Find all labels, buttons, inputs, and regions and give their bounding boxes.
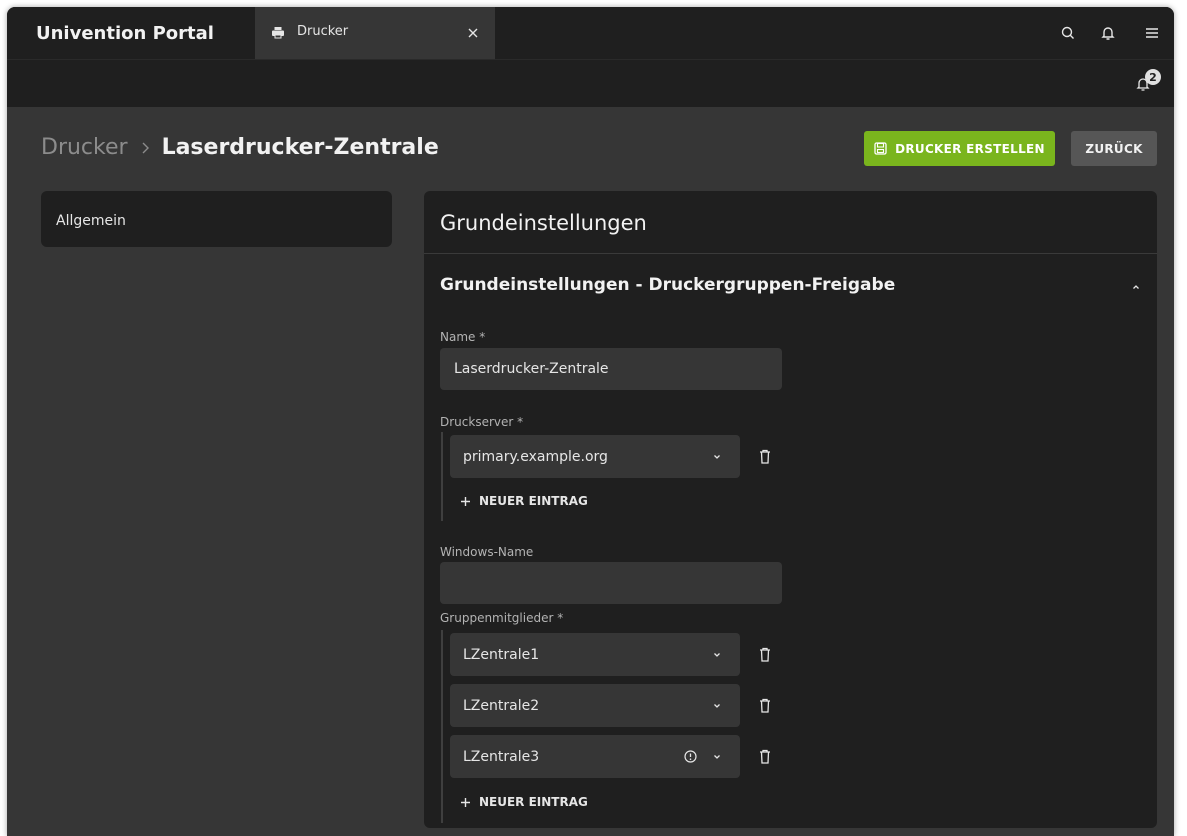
breadcrumb: Drucker Laserdrucker-Zentrale [41, 135, 439, 160]
printserver-group-line [441, 432, 443, 521]
member-select[interactable]: LZentrale3 [450, 735, 740, 778]
trash-icon[interactable] [757, 646, 773, 664]
printserver-select[interactable]: primary.example.org [450, 435, 740, 478]
bell-icon[interactable] [1097, 22, 1119, 44]
windows-name-input[interactable] [440, 562, 782, 604]
member-value: LZentrale2 [463, 698, 540, 714]
members-group-line [441, 630, 443, 823]
nav-item-allgemein[interactable]: Allgemein [41, 191, 392, 247]
member-select[interactable]: LZentrale1 [450, 633, 740, 676]
panel-divider [424, 253, 1157, 254]
portal-title[interactable]: Univention Portal [7, 7, 255, 59]
member-value: LZentrale1 [463, 647, 540, 663]
chevron-down-icon [711, 451, 723, 463]
chevron-up-icon[interactable] [1129, 280, 1143, 294]
notification-bar: 2 [7, 59, 1174, 107]
chevron-down-icon [711, 751, 723, 763]
search-icon[interactable] [1057, 22, 1079, 44]
back-button[interactable]: ZURÜCK [1071, 131, 1157, 166]
windows-name-label: Windows-Name [440, 545, 534, 559]
section-title[interactable]: Grundeinstellungen - Druckergruppen-Frei… [440, 275, 895, 295]
members-add-entry-button[interactable]: NEUER EINTRAG [460, 795, 588, 809]
portal-window: Univention Portal Drucker 2 Drucker Lase… [7, 7, 1174, 836]
save-icon [874, 142, 887, 155]
member-select[interactable]: LZentrale2 [450, 684, 740, 727]
create-printer-label: DRUCKER ERSTELLEN [895, 141, 1045, 156]
add-entry-label: NEUER EINTRAG [479, 795, 588, 809]
add-entry-label: NEUER EINTRAG [479, 494, 588, 508]
printer-icon [271, 26, 285, 40]
chevron-right-icon [138, 141, 152, 155]
warning-icon [683, 749, 698, 764]
panel-title: Grundeinstellungen [440, 211, 647, 235]
name-label: Name * [440, 330, 486, 344]
member-value: LZentrale3 [463, 749, 540, 765]
plus-icon [460, 797, 471, 808]
trash-icon[interactable] [757, 448, 773, 466]
breadcrumb-current: Laserdrucker-Zentrale [161, 135, 439, 160]
breadcrumb-parent[interactable]: Drucker [41, 135, 128, 160]
chevron-down-icon [711, 649, 723, 661]
members-label: Gruppenmitglieder * [440, 611, 564, 625]
menu-icon[interactable] [1141, 22, 1163, 44]
trash-icon[interactable] [757, 697, 773, 715]
notification-count-badge: 2 [1145, 69, 1161, 85]
create-printer-button[interactable]: DRUCKER ERSTELLEN [864, 131, 1055, 166]
top-bar: Univention Portal Drucker [7, 7, 1174, 59]
close-icon[interactable] [462, 22, 484, 44]
name-input[interactable] [440, 348, 782, 390]
settings-panel: Grundeinstellungen Grundeinstellungen - … [424, 191, 1157, 828]
printserver-label: Druckserver * [440, 415, 524, 429]
trash-icon[interactable] [757, 748, 773, 766]
chevron-down-icon [711, 700, 723, 712]
tab-label: Drucker [297, 24, 349, 39]
printserver-add-entry-button[interactable]: NEUER EINTRAG [460, 494, 588, 508]
printserver-value: primary.example.org [463, 449, 608, 465]
tab-drucker[interactable]: Drucker [255, 7, 495, 59]
plus-icon [460, 496, 471, 507]
